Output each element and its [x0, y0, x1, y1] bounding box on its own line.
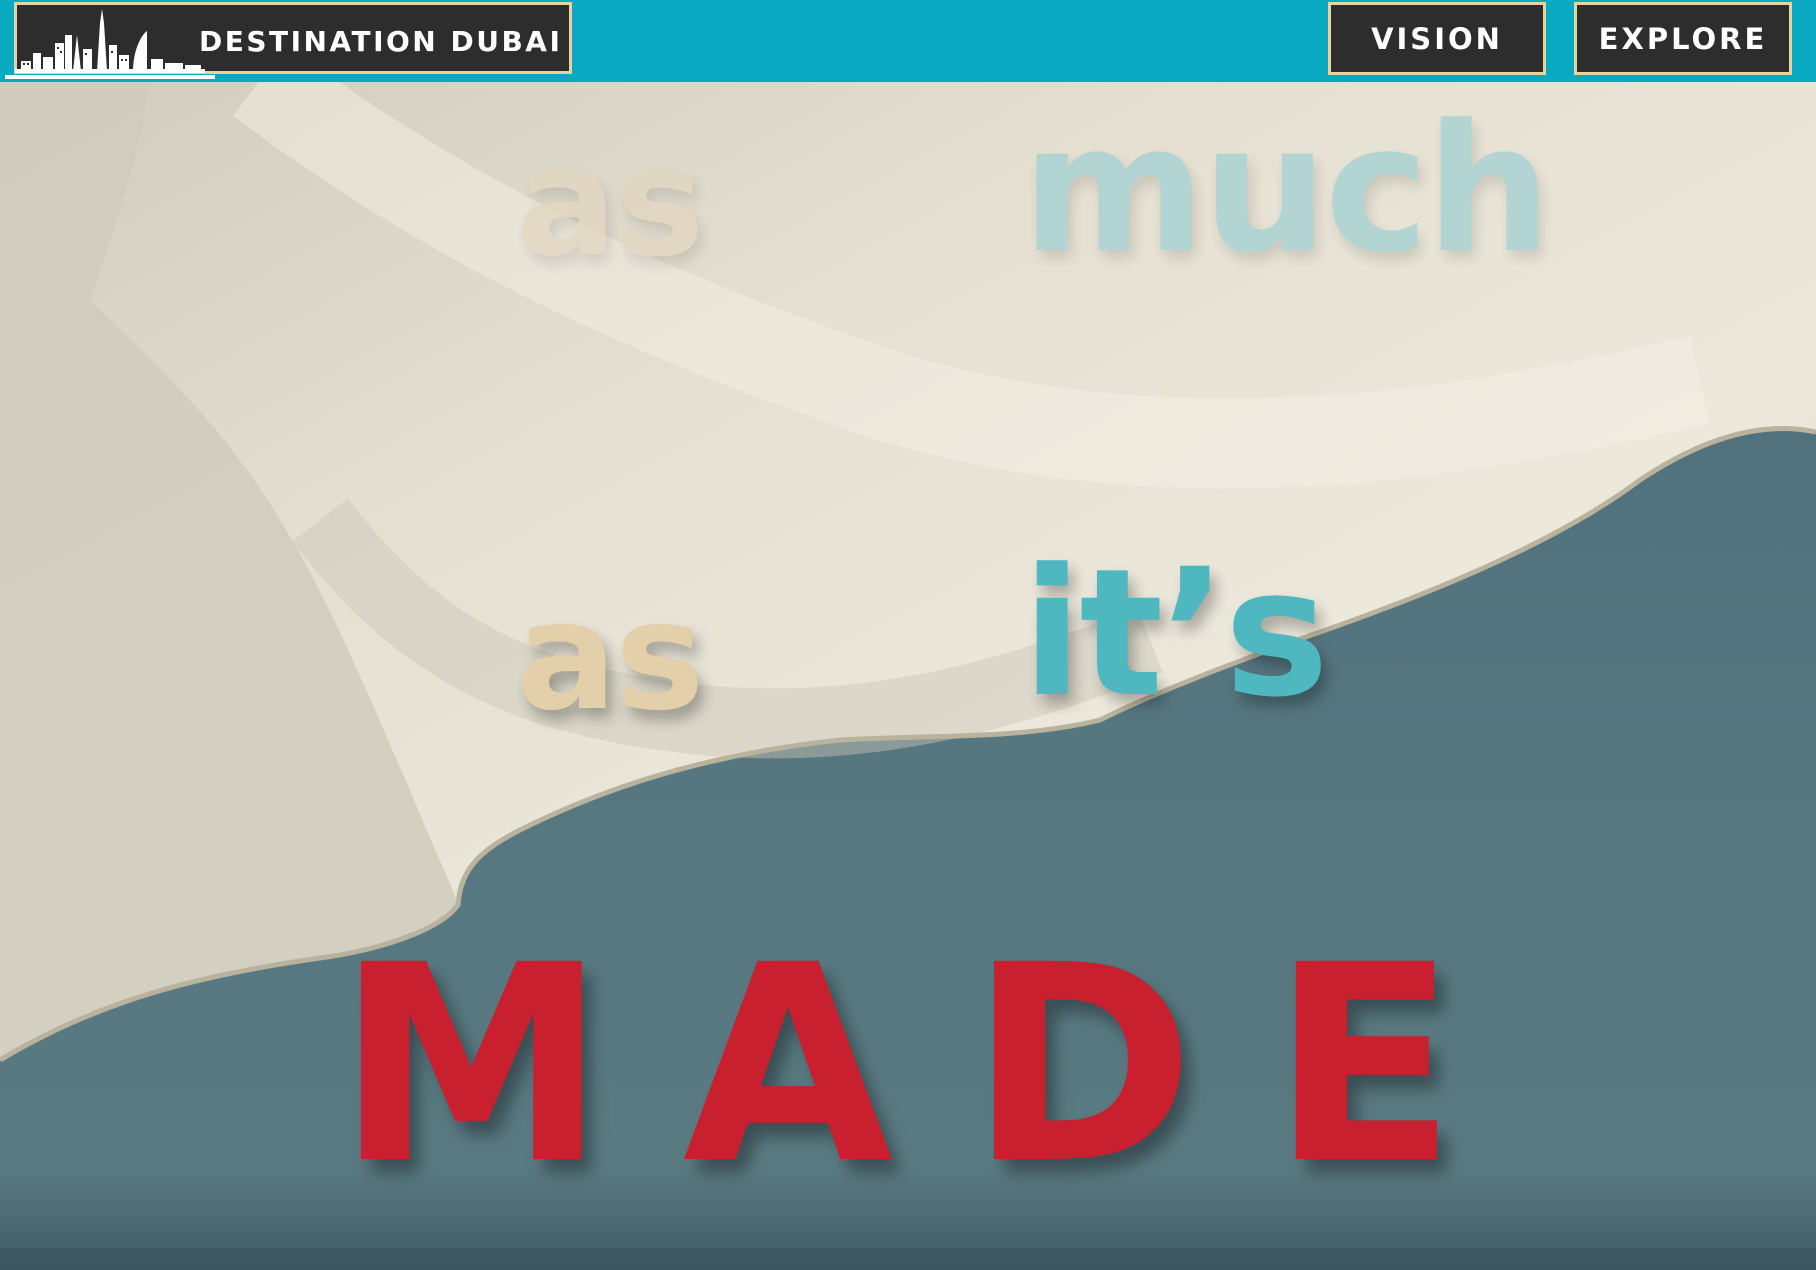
word-made: MADE [336, 908, 1533, 1224]
nav-explore-button[interactable]: EXPLORE [1574, 2, 1792, 75]
word-its: it’s [1022, 531, 1329, 736]
brand-label: DESTINATION DUBAI [199, 25, 563, 58]
nav-vision-button[interactable]: VISION [1328, 2, 1546, 75]
word-as-top: as [516, 116, 705, 290]
word-as-bottom: as [516, 570, 705, 744]
brand-button[interactable]: DESTINATION DUBAI [5, 2, 572, 79]
top-navbar: DESTINATION DUBAI VISION EXPLORE [0, 0, 1816, 82]
bottom-band [0, 1248, 1816, 1270]
dubai-skyline-icon [5, 9, 215, 79]
word-much: much [1022, 87, 1551, 292]
page: DESTINATION DUBAI VISION EXPLORE as much… [0, 0, 1816, 1270]
